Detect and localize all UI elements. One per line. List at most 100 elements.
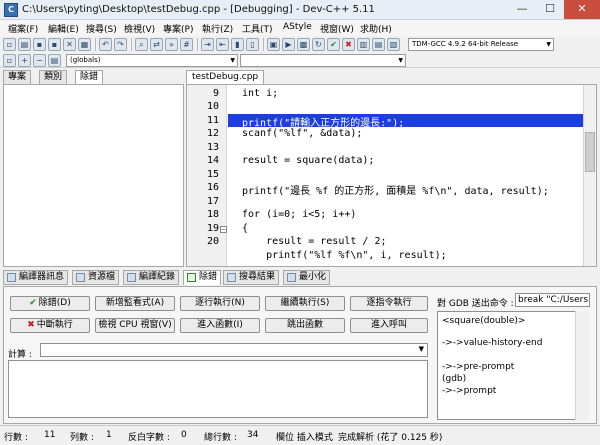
profile-icon[interactable]: ▥: [357, 38, 370, 51]
menu-window[interactable]: 視窗(W): [320, 22, 354, 35]
stop-icon: ✖: [27, 320, 35, 330]
menu-execute[interactable]: 執行(Z): [202, 22, 233, 35]
next-instruction-button[interactable]: 逐指令執行: [350, 296, 428, 311]
menu-view[interactable]: 檢視(V): [124, 22, 155, 35]
close-file-icon[interactable]: ✕: [63, 38, 76, 51]
line-number: 15: [206, 169, 219, 180]
tab-compile-log[interactable]: 編譯紀錄: [123, 270, 180, 285]
chart-icon: [127, 273, 136, 282]
code-line: {: [242, 223, 249, 234]
goto-bookmark-icon[interactable]: ▯: [246, 38, 259, 51]
find-icon[interactable]: ⌕: [135, 38, 148, 51]
current-line-highlight: printf("請輸入正方形的邊長:");: [228, 114, 584, 129]
line-number: 11: [206, 115, 219, 126]
symbol-select[interactable]: ▼: [240, 54, 406, 67]
stop-execution-icon[interactable]: ✖: [342, 38, 355, 51]
evaluate-input[interactable]: ▼: [40, 343, 428, 357]
menu-project[interactable]: 專案(P): [163, 22, 193, 35]
toggle-bookmark-icon[interactable]: ▮: [231, 38, 244, 51]
save-icon[interactable]: ▪: [33, 38, 46, 51]
tab-resources[interactable]: 資源檔: [72, 270, 120, 285]
goto-line-icon[interactable]: #: [180, 38, 193, 51]
compile-run-icon[interactable]: ▩: [297, 38, 310, 51]
line-number: 13: [206, 142, 219, 153]
menu-file[interactable]: 檔案(F): [8, 22, 38, 35]
editor-file-tab[interactable]: testDebug.cpp: [186, 70, 265, 84]
menu-tools[interactable]: 工具(T): [242, 22, 273, 35]
code-line: for (i=0; i<5; i++): [242, 209, 357, 220]
gdb-output-scrollbar[interactable]: [575, 311, 589, 420]
status-mode: 欄位 插入模式: [276, 433, 333, 443]
editor-scroll-thumb[interactable]: [585, 132, 595, 172]
tab-project[interactable]: 專案: [3, 70, 32, 84]
print-icon[interactable]: ▦: [78, 38, 91, 51]
scope-select[interactable]: (globals) ▼: [66, 54, 238, 67]
compile-icon[interactable]: ▣: [267, 38, 280, 51]
into-call-button[interactable]: 進入呼叫: [350, 318, 428, 333]
evaluate-output: [8, 360, 428, 418]
step-into-button[interactable]: 進入函數(I): [180, 318, 260, 333]
tab-classes[interactable]: 類別: [39, 70, 68, 84]
gdb-output-line: ->->pre-prompt: [442, 362, 515, 372]
debug-button[interactable]: ✔ 除錯(D): [10, 296, 90, 311]
editor-scrollbar[interactable]: [583, 85, 596, 266]
gdb-output-line: (gdb): [442, 374, 467, 384]
add-to-project-icon[interactable]: +: [18, 54, 31, 67]
code-editor[interactable]: 9 10 11 12 13 14 15 16 17 18 19 20 − pri…: [186, 84, 597, 267]
indent-icon[interactable]: ⇥: [201, 38, 214, 51]
view-cpu-window-button[interactable]: 檢視 CPU 視窗(V): [95, 318, 175, 333]
delete-profile-icon[interactable]: ▤: [372, 38, 385, 51]
replace-icon[interactable]: ⇄: [150, 38, 163, 51]
menu-edit[interactable]: 編輯(E): [48, 22, 79, 35]
minimize-button[interactable]: —: [508, 0, 536, 19]
tab-debug[interactable]: 除錯: [75, 70, 104, 85]
run-icon[interactable]: ▶: [282, 38, 295, 51]
project-options-icon[interactable]: ▤: [48, 54, 61, 67]
chart-icon[interactable]: ▧: [387, 38, 400, 51]
debug-check-icon[interactable]: ✔: [327, 38, 340, 51]
compiler-select-value: TDM-GCC 4.9.2 64-bit Release: [412, 40, 519, 48]
menu-astyle[interactable]: AStyle: [283, 22, 312, 32]
resource-icon: [76, 273, 85, 282]
line-number: 9: [212, 88, 219, 99]
tab-search-results[interactable]: 搜尋結果: [223, 270, 280, 285]
menu-bar: 檔案(F) 編輯(E) 搜尋(S) 檢視(V) 專案(P) 執行(Z) 工具(T…: [0, 20, 600, 36]
gdb-command-input[interactable]: break "C:/Users: [515, 293, 590, 307]
step-out-button[interactable]: 跳出函數: [265, 318, 345, 333]
redo-icon[interactable]: ↷: [114, 38, 127, 51]
close-button[interactable]: ✕: [564, 0, 600, 19]
tab-compiler-messages[interactable]: 編譯器訊息: [3, 270, 69, 285]
minimize-icon: [287, 273, 296, 282]
chevron-down-icon: ▼: [418, 345, 424, 353]
status-parse: 完成解析 (花了 0.125 秒): [338, 433, 443, 443]
undo-icon[interactable]: ↶: [99, 38, 112, 51]
open-file-icon[interactable]: ▤: [18, 38, 31, 51]
tab-debug[interactable]: 除錯: [183, 270, 222, 285]
remove-from-project-icon[interactable]: −: [33, 54, 46, 67]
gdb-output-line: ->->prompt: [442, 386, 497, 396]
tab-minimize[interactable]: 最小化: [283, 270, 331, 285]
find-next-icon[interactable]: »: [165, 38, 178, 51]
maximize-button[interactable]: ☐: [536, 0, 564, 19]
new-file-icon[interactable]: ▫: [3, 38, 16, 51]
compiler-select[interactable]: TDM-GCC 4.9.2 64-bit Release ▼: [408, 38, 554, 51]
chevron-down-icon: ▼: [230, 57, 235, 64]
continue-button[interactable]: 繼續執行(S): [265, 296, 345, 311]
save-all-icon[interactable]: ▪: [48, 38, 61, 51]
gdb-command-label: 對 GDB 送出命令 :: [437, 299, 514, 309]
status-sel-label: 反白字數 :: [128, 433, 170, 443]
app-icon: C: [4, 3, 18, 17]
status-sel-value: 0: [181, 430, 187, 440]
stop-execution-button[interactable]: ✖ 中斷執行: [10, 318, 90, 333]
menu-search[interactable]: 搜尋(S): [86, 22, 117, 35]
new-project-icon[interactable]: ▫: [3, 54, 16, 67]
code-line: printf("請輸入正方形的邊長:");: [242, 118, 405, 129]
debug-watch-pane[interactable]: [3, 84, 184, 267]
fold-collapse-icon[interactable]: −: [220, 226, 227, 233]
next-line-button[interactable]: 逐行執行(N): [180, 296, 260, 311]
line-number: 16: [206, 182, 219, 193]
unindent-icon[interactable]: ⇤: [216, 38, 229, 51]
rebuild-icon[interactable]: ↻: [312, 38, 325, 51]
add-watch-button[interactable]: 新增監看式(A): [95, 296, 175, 311]
menu-help[interactable]: 求助(H): [360, 22, 392, 35]
